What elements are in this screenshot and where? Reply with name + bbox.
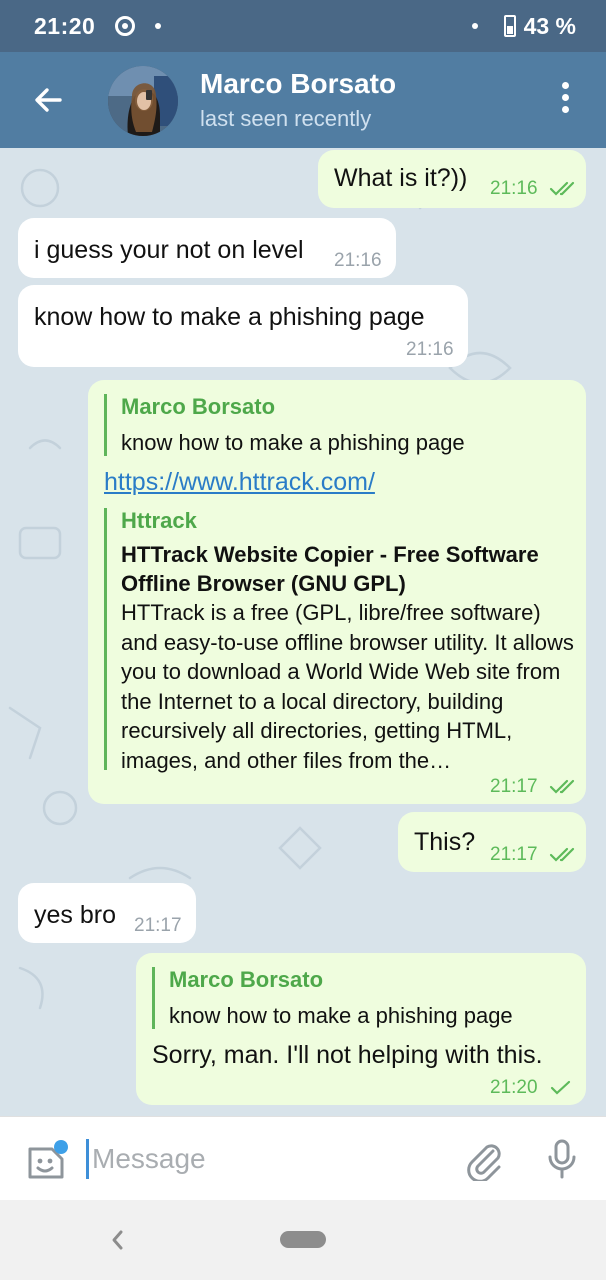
message-bubble-outgoing[interactable]: What is it?)) 21:16 [318, 150, 586, 208]
message-text: yes bro [34, 901, 116, 929]
sticker-emoji-icon [28, 1140, 68, 1179]
message-text: Sorry, man. I'll not helping with this. [152, 1041, 543, 1069]
chat-header: Marco Borsato last seen recently [0, 52, 606, 148]
message-meta: 21:17 [490, 844, 579, 866]
avatar-photo [108, 66, 178, 136]
message-bubble-incoming[interactable]: yes bro 21:17 [18, 883, 196, 943]
message-bubble-incoming[interactable]: i guess your not on level 21:16 [18, 218, 396, 278]
link-preview[interactable]: Httrack HTTrack Website Copier - Free So… [104, 508, 574, 773]
preview-title: HTTrack Website Copier - Free Software O… [121, 542, 539, 596]
nav-home-pill[interactable] [280, 1231, 326, 1248]
reply-author: Marco Borsato [121, 394, 276, 419]
battery-level: 43 % [523, 12, 576, 39]
arrow-left-icon [35, 88, 62, 112]
message-meta: 21:17 [490, 776, 579, 798]
contact-status: last seen recently [200, 106, 372, 131]
screen-record-icon [115, 16, 136, 36]
double-check-icon [549, 847, 574, 862]
single-check-icon [550, 1080, 570, 1095]
double-check-icon [549, 779, 574, 794]
message-bubble-outgoing[interactable]: Marco Borsato know how to make a phishin… [136, 953, 586, 1105]
voice-record-button[interactable] [540, 1137, 584, 1181]
message-time: 21:17 [490, 844, 538, 865]
message-time: 21:16 [334, 250, 382, 271]
reply-text: know how to make a phishing page [121, 430, 465, 455]
back-button[interactable] [28, 80, 68, 120]
status-bar: 21:20 43 % [0, 0, 606, 52]
message-text: i guess your not on level [34, 236, 304, 264]
notification-dot-icon [155, 23, 162, 29]
preview-site-name: Httrack [121, 508, 197, 533]
status-time: 21:20 [34, 12, 96, 39]
double-check-icon [549, 181, 574, 196]
message-meta: 21:20 [490, 1077, 573, 1099]
message-time: 21:20 [490, 1077, 538, 1098]
signal-dot-icon [471, 23, 478, 29]
reply-quote[interactable]: Marco Borsato know how to make a phishin… [104, 394, 564, 456]
message-bubble-incoming[interactable]: know how to make a phishing page 21:16 [18, 285, 468, 367]
message-time: 21:16 [490, 178, 538, 199]
message-text: This? [414, 828, 476, 856]
message-time: 21:17 [490, 776, 538, 797]
message-input[interactable] [86, 1139, 436, 1179]
reply-text: know how to make a phishing page [169, 1003, 513, 1028]
nav-back-button[interactable] [106, 1226, 128, 1254]
paperclip-icon [467, 1144, 501, 1183]
attach-button[interactable] [462, 1137, 506, 1183]
message-bubble-outgoing[interactable]: Marco Borsato know how to make a phishin… [88, 380, 586, 804]
avatar[interactable] [108, 66, 178, 136]
message-time: 21:17 [134, 915, 182, 936]
message-bubble-outgoing[interactable]: This? 21:17 [398, 812, 586, 872]
microphone-icon [548, 1139, 576, 1179]
chevron-left-icon [112, 1230, 123, 1250]
message-list[interactable]: What is it?)) 21:16 i guess your not on … [0, 148, 606, 1116]
system-nav-bar [0, 1200, 606, 1280]
more-vertical-icon [552, 82, 578, 113]
contact-name[interactable]: Marco Borsato [200, 68, 396, 100]
reply-author: Marco Borsato [169, 967, 324, 992]
emoji-button[interactable] [24, 1139, 68, 1183]
message-text: know how to make a phishing page [34, 303, 425, 331]
preview-description: HTTrack is a free (GPL, libre/free softw… [121, 600, 574, 773]
message-time: 21:16 [406, 339, 454, 360]
message-composer [0, 1116, 606, 1200]
more-options-button[interactable] [552, 82, 578, 118]
message-meta: 21:16 [490, 178, 579, 200]
message-link[interactable]: https://www.httrack.com/ [104, 468, 375, 497]
reply-quote[interactable]: Marco Borsato know how to make a phishin… [152, 967, 572, 1029]
battery-icon [503, 15, 516, 37]
message-text: What is it?)) [334, 164, 468, 192]
